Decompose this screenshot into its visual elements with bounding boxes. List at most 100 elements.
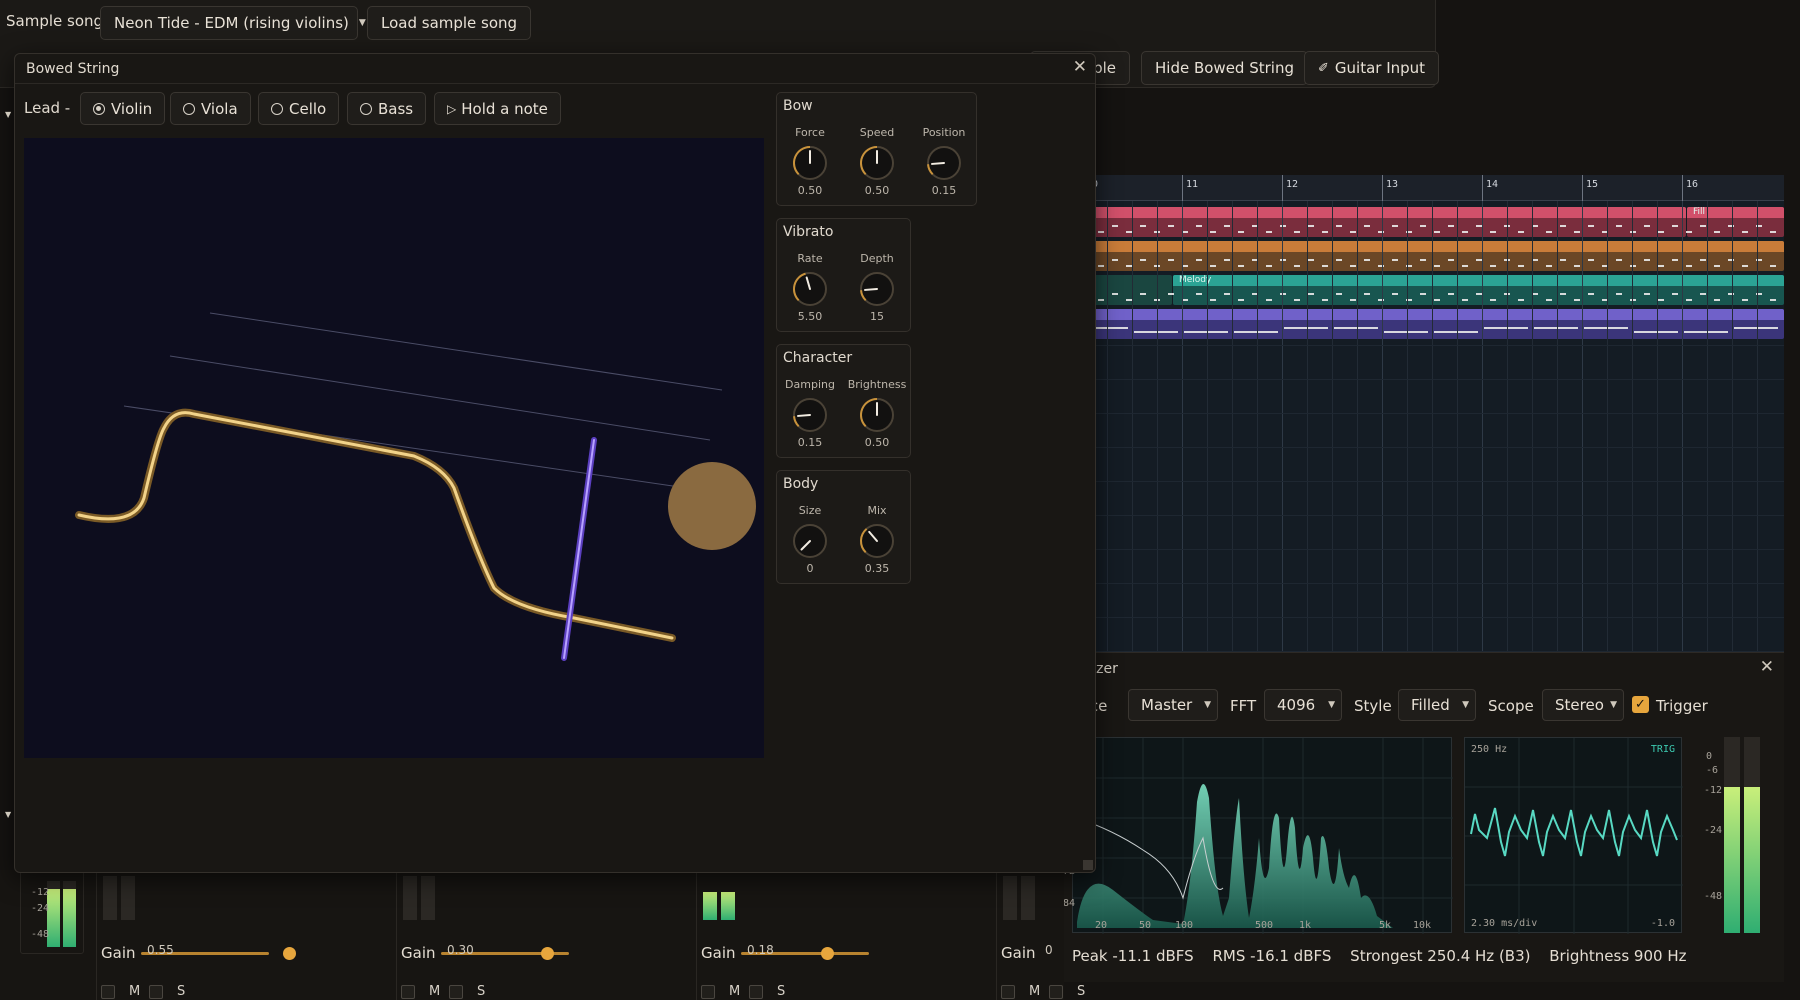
arrangement-view[interactable]: 10111213141516 Fill Melody <box>1080 175 1784 655</box>
midi-note <box>1238 231 1244 233</box>
bar-tick <box>1582 175 1583 201</box>
solo-toggle[interactable] <box>449 985 463 999</box>
brightness-readout: Brightness 900 Hz <box>1549 947 1687 965</box>
knob-value: 15 <box>870 310 884 323</box>
load-sample-song-button[interactable]: Load sample song <box>367 6 532 40</box>
gain-slider-handle[interactable] <box>541 947 554 960</box>
resize-handle-icon[interactable] <box>1083 860 1093 870</box>
string-visualizer[interactable] <box>24 138 764 758</box>
midi-note <box>1658 265 1664 267</box>
track-row-line <box>1080 515 1784 516</box>
spectrum-x-label: 20 <box>1095 920 1108 931</box>
midi-note <box>1518 299 1524 301</box>
knob-dial[interactable] <box>924 143 964 183</box>
midi-note <box>1462 231 1468 233</box>
meter-label: -24 <box>31 903 50 914</box>
bowed-string-window[interactable]: Bowed String ✕ Lead - Violin Viola Cello… <box>14 53 1096 873</box>
size-knob[interactable]: Size 0 <box>780 504 840 575</box>
grid-line <box>1407 201 1408 655</box>
panel-title: Body <box>783 476 819 492</box>
force-knob[interactable]: Force 0.50 <box>780 126 840 197</box>
speed-knob[interactable]: Speed 0.50 <box>847 126 907 197</box>
timeline-ruler[interactable]: 10111213141516 <box>1080 175 1784 201</box>
window-titlebar[interactable]: Bowed String ✕ <box>15 54 1095 84</box>
collapse-caret-icon[interactable]: ▼ <box>5 810 11 819</box>
hide-bowed-string-button[interactable]: Hide Bowed String <box>1141 51 1308 85</box>
gain-slider-handle[interactable] <box>283 947 296 960</box>
collapse-caret-icon[interactable]: ▼ <box>5 110 11 119</box>
brightness-knob[interactable]: Brightness 0.50 <box>847 378 907 449</box>
spectrum-fill <box>1077 783 1393 928</box>
grid-line <box>1357 201 1358 655</box>
midi-note <box>1546 265 1552 267</box>
style-select[interactable]: Filled ▼ <box>1398 689 1476 721</box>
midi-note <box>1434 265 1440 267</box>
knob-dial[interactable] <box>857 143 897 183</box>
rate-knob[interactable]: Rate 5.50 <box>780 252 840 323</box>
clip-melody[interactable]: Melody <box>1173 275 1784 305</box>
mixer-strip: Gain 0 M S <box>996 870 1085 1000</box>
midi-note <box>1490 299 1496 301</box>
source-select[interactable]: Master ▼ <box>1128 689 1218 721</box>
fft-select-value: 4096 <box>1277 696 1316 714</box>
radio-selected-icon <box>93 102 105 115</box>
fft-select[interactable]: 4096 ▼ <box>1264 689 1342 721</box>
midi-note <box>1672 293 1678 295</box>
solo-toggle[interactable] <box>1049 985 1063 999</box>
trigger-checkbox[interactable]: ✓ <box>1632 696 1649 713</box>
instrument-cello[interactable]: Cello <box>258 92 340 125</box>
midi-note <box>1168 225 1174 227</box>
midi-note <box>1280 293 1286 295</box>
mix-knob[interactable]: Mix 0.35 <box>847 504 907 575</box>
hold-a-note-button[interactable]: ▷ Hold a note <box>434 92 561 125</box>
grid-line <box>1382 201 1383 655</box>
knob-dial[interactable] <box>790 521 830 561</box>
solo-toggle[interactable] <box>749 985 763 999</box>
song-select[interactable]: Neon Tide - EDM (rising violins) ▼ <box>100 6 366 40</box>
track-row-line <box>1080 583 1784 584</box>
solo-label: S <box>777 984 786 999</box>
grid-line <box>1682 201 1683 655</box>
midi-note <box>1350 265 1356 267</box>
peak-readout: Peak -11.1 dBFS <box>1072 947 1194 965</box>
depth-knob[interactable]: Depth 15 <box>847 252 907 323</box>
knob-dial[interactable] <box>857 269 897 309</box>
scope-select[interactable]: Stereo ▼ <box>1542 689 1624 721</box>
knob-dial[interactable] <box>857 395 897 435</box>
midi-note <box>1728 259 1734 261</box>
grid-line <box>1182 201 1183 655</box>
knob-dial[interactable] <box>857 521 897 561</box>
instrument-viola[interactable]: Viola <box>170 92 251 125</box>
guitar-input-button[interactable]: ✐ Guitar Input <box>1304 51 1440 85</box>
solo-toggle[interactable] <box>149 985 163 999</box>
knob-label: Force <box>795 126 825 139</box>
knob-value: 0.50 <box>864 436 890 449</box>
knob-dial[interactable] <box>790 269 830 309</box>
midi-note <box>1266 265 1272 267</box>
damping-knob[interactable]: Damping 0.15 <box>780 378 840 449</box>
close-icon[interactable]: ✕ <box>1073 57 1087 77</box>
mute-toggle[interactable] <box>1001 985 1015 999</box>
bow-panel: Bow Force 0.50 Speed 0.50 Position 0.15 <box>776 92 977 206</box>
gain-slider-handle[interactable] <box>821 947 834 960</box>
instrument-label: Viola <box>201 99 238 118</box>
mute-label: M <box>129 984 141 999</box>
close-icon[interactable]: ✕ <box>1760 657 1774 677</box>
midi-note <box>1630 231 1636 233</box>
midi-note <box>1266 299 1272 301</box>
midi-note <box>1184 331 1228 333</box>
midi-note <box>1224 225 1230 227</box>
knob-dial[interactable] <box>790 143 830 183</box>
mute-toggle[interactable] <box>701 985 715 999</box>
bar-tick <box>1382 175 1383 201</box>
gain-value: 0.30 <box>447 943 474 957</box>
position-knob[interactable]: Position 0.15 <box>914 126 974 197</box>
knob-dial[interactable] <box>790 395 830 435</box>
mute-toggle[interactable] <box>401 985 415 999</box>
instrument-bass[interactable]: Bass <box>347 92 427 125</box>
mute-toggle[interactable] <box>101 985 115 999</box>
midi-note <box>1378 231 1384 233</box>
midi-note <box>1196 225 1202 227</box>
spectrum-display: -72 -84 20 50 100 500 1k 5k 10k <box>1057 737 1453 934</box>
instrument-violin[interactable]: Violin <box>80 92 166 125</box>
